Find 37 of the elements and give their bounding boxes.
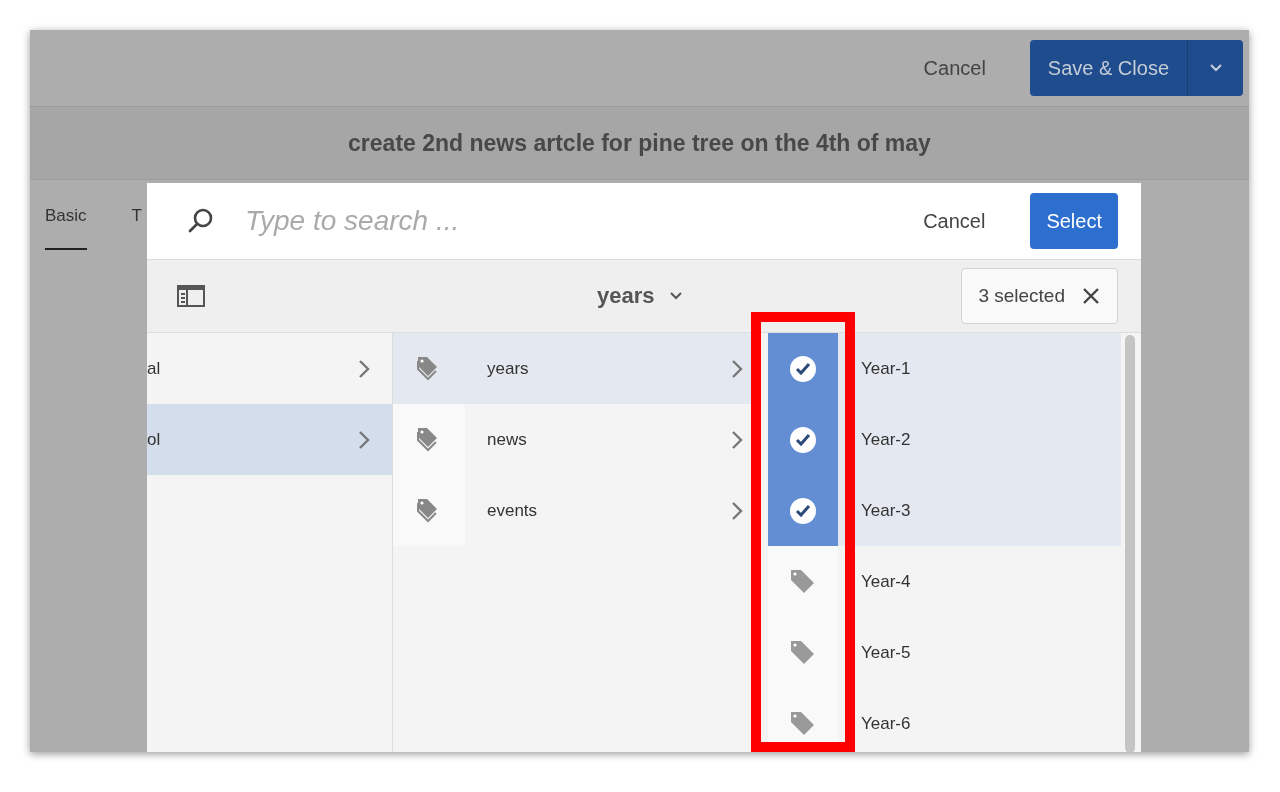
panel-toggle-icon[interactable] xyxy=(177,285,205,307)
chevron-right-icon xyxy=(731,358,743,379)
tag-icon xyxy=(790,568,816,595)
cancel-button[interactable]: Cancel xyxy=(923,209,986,233)
tag-label[interactable]: Year-2 xyxy=(861,429,911,450)
chevron-right-icon xyxy=(358,429,370,450)
check-circle-icon xyxy=(789,425,817,454)
close-icon[interactable] xyxy=(1081,286,1101,306)
tag-label[interactable]: Year-1 xyxy=(861,358,911,379)
check-circle-icon xyxy=(789,354,817,383)
caret-icon xyxy=(668,291,683,301)
chevron-right-icon xyxy=(358,358,370,379)
tag-icon xyxy=(790,710,816,737)
select-button[interactable]: Select xyxy=(1030,193,1118,249)
tag-icon xyxy=(790,639,816,666)
column-item[interactable]: years xyxy=(393,333,751,404)
tag-label[interactable]: Year-5 xyxy=(861,642,911,663)
breadcrumb-dropdown[interactable]: years xyxy=(597,283,683,309)
tab[interactable]: Basic xyxy=(45,206,87,250)
caret-icon xyxy=(1208,63,1223,73)
search-field[interactable]: Type to search ... xyxy=(243,204,924,238)
chevron-right-icon xyxy=(731,500,743,521)
tag-label[interactable]: Year-6 xyxy=(861,713,911,734)
checkbox[interactable] xyxy=(768,546,838,617)
scrollbar[interactable] xyxy=(1125,335,1135,752)
check-circle-icon xyxy=(789,496,817,525)
search-icon xyxy=(187,207,215,235)
chevron-right-icon xyxy=(731,429,743,450)
tab[interactable]: T xyxy=(131,206,142,250)
tag-label[interactable]: Year-3 xyxy=(861,500,911,521)
selection-count: 3 selected xyxy=(978,285,1065,307)
page-title: create 2nd news artcle for pine tree on the 4th of may xyxy=(348,129,931,157)
column-item[interactable]: ol xyxy=(147,404,392,475)
checkbox[interactable] xyxy=(768,333,838,404)
cancel-button[interactable]: Cancel xyxy=(923,56,986,80)
checkbox[interactable] xyxy=(768,475,838,546)
tag-label[interactable]: Year-4 xyxy=(861,571,911,592)
